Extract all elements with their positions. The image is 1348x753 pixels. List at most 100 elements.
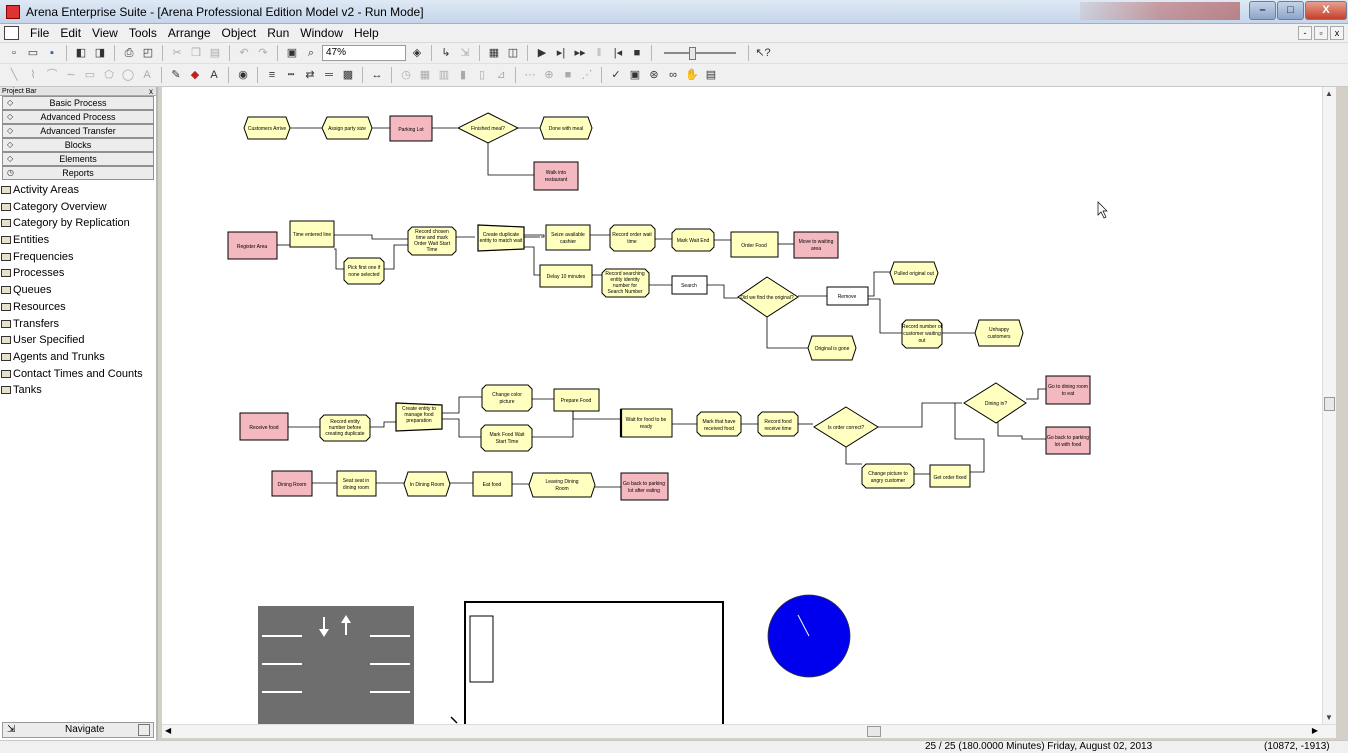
mdi-restore-button[interactable]: ▫ <box>1314 26 1328 40</box>
arrow-style-icon[interactable]: ⇄ <box>302 67 318 83</box>
copy-icon[interactable]: ❐ <box>188 45 204 61</box>
check-icon[interactable]: ✓ <box>608 67 624 83</box>
report-category-overview[interactable]: Category Overview <box>0 199 156 216</box>
panel-elements[interactable]: ◇ Elements <box>2 152 154 166</box>
print-preview-icon[interactable]: ◰ <box>140 45 156 61</box>
connect-icon[interactable]: ↳ <box>438 45 454 61</box>
step-icon[interactable]: ▸| <box>553 45 569 61</box>
attach-icon[interactable]: ◧ <box>73 45 89 61</box>
node-unhappy-customers[interactable]: Unhappy customers <box>974 319 1024 347</box>
menu-object[interactable]: Object <box>222 26 257 40</box>
go-icon[interactable]: ▶ <box>534 45 550 61</box>
box-icon[interactable]: ▭ <box>82 67 98 83</box>
cut-icon[interactable]: ✂ <box>169 45 185 61</box>
start-over-icon[interactable]: |◂ <box>610 45 626 61</box>
bookmark-icon[interactable] <box>138 724 150 736</box>
line-color-icon[interactable]: ✎ <box>168 67 184 83</box>
node-receive-food[interactable]: Receive food <box>239 412 289 441</box>
node-register-area[interactable]: Register Area <box>227 231 278 260</box>
report-queues[interactable]: Queues <box>0 282 156 299</box>
histogram-icon[interactable]: ▯ <box>474 67 490 83</box>
report-category-by-replication[interactable]: Category by Replication <box>0 215 156 232</box>
zoom-select[interactable]: 47% <box>322 45 406 61</box>
panel-advanced-transfer[interactable]: ◇ Advanced Transfer <box>2 124 154 138</box>
scroll-left-icon[interactable]: ◀ <box>165 726 171 735</box>
line-icon[interactable]: ╲ <box>6 67 22 83</box>
scroll-down-icon[interactable]: ▼ <box>1325 713 1333 722</box>
node-walk-into-restaurant[interactable]: Walk into restaurant <box>533 161 579 191</box>
node-create-duplicate[interactable]: Create duplicate entity to match wait <box>477 224 525 252</box>
node-pulled-original-out[interactable]: Pulled original out <box>889 261 939 285</box>
node-parking-lot[interactable]: Parking Lot <box>389 115 433 142</box>
view-region-icon[interactable]: ▣ <box>284 45 300 61</box>
panel-basic-process[interactable]: ◇ Basic Process <box>2 96 154 110</box>
transporter-icon[interactable]: ∞ <box>665 67 681 83</box>
node-go-back-parking-after-eating[interactable]: Go back to parking lot after eating <box>620 472 669 501</box>
variable-icon[interactable]: ▥ <box>436 67 452 83</box>
menu-help[interactable]: Help <box>354 26 379 40</box>
node-record-entity-number[interactable]: Record entity number before creating dup… <box>319 414 371 442</box>
node-get-order-fixed[interactable]: Get order fixed <box>929 464 971 488</box>
submodel-icon[interactable]: ◫ <box>505 45 521 61</box>
node-wait-for-food[interactable]: Wait for food to be ready <box>619 408 673 438</box>
line-pattern-icon[interactable]: ═ <box>321 67 337 83</box>
node-did-we-find-original[interactable]: Did we find the original? <box>737 276 799 318</box>
menu-view[interactable]: View <box>92 26 118 40</box>
node-time-entered-line[interactable]: Time entered line <box>289 220 335 248</box>
line-width-icon[interactable]: ≡ <box>264 67 280 83</box>
vertical-scrollbar[interactable]: ▲ ▼ <box>1322 87 1336 724</box>
seize-icon[interactable]: ■ <box>560 67 576 83</box>
node-done-with-meal[interactable]: Done with meal <box>539 116 593 140</box>
document-icon[interactable] <box>4 26 19 40</box>
menu-window[interactable]: Window <box>300 26 343 40</box>
report-user-specified[interactable]: User Specified <box>0 332 156 349</box>
node-go-back-parking-with-food[interactable]: Go back to parking lot with food <box>1045 426 1091 455</box>
report-processes[interactable]: Processes <box>0 265 156 282</box>
storage-icon[interactable]: ⊕ <box>541 67 557 83</box>
report-contact-times-and-counts[interactable]: Contact Times and Counts <box>0 366 156 383</box>
end-icon[interactable]: ■ <box>629 45 645 61</box>
model-canvas[interactable]: Customers Arrive Assign party size Parki… <box>162 87 1322 724</box>
redo-icon[interactable]: ↷ <box>255 45 271 61</box>
report-resources[interactable]: Resources <box>0 299 156 316</box>
polygon-icon[interactable]: ⬠ <box>101 67 117 83</box>
queue-icon[interactable]: ⋯ <box>522 67 538 83</box>
node-mark-wait-end[interactable]: Mark Wait End <box>671 228 715 252</box>
ellipse-icon[interactable]: ◯ <box>120 67 136 83</box>
close-button[interactable]: X <box>1305 1 1347 20</box>
template-icon[interactable]: ◨ <box>92 45 108 61</box>
menu-arrange[interactable]: Arrange <box>168 26 211 40</box>
node-finished-meal-decision[interactable]: Finished meal? <box>456 112 520 144</box>
node-record-number-waiting[interactable]: Record number of customer waiting out <box>901 319 943 349</box>
fast-forward-icon[interactable]: ▸▸ <box>572 45 588 61</box>
text-color-icon[interactable]: A <box>206 67 222 83</box>
vertical-scroll-thumb[interactable] <box>1324 397 1335 411</box>
scroll-right-icon[interactable]: ▶ <box>1312 726 1318 735</box>
menu-run[interactable]: Run <box>267 26 289 40</box>
node-change-to-angry-customer[interactable]: Change picture to angry customer <box>861 463 915 489</box>
new-icon[interactable]: ▫ <box>6 45 22 61</box>
fill-pattern-icon[interactable]: ▩ <box>340 67 356 83</box>
print-icon[interactable]: ⎙ <box>121 45 137 61</box>
background-color-icon[interactable]: ◉ <box>235 67 251 83</box>
node-create-food-entity[interactable]: Create entity to manage food preparation <box>395 402 443 432</box>
node-order-food[interactable]: Order Food <box>730 231 779 258</box>
date-icon[interactable]: ▦ <box>417 67 433 83</box>
smart-connect-icon[interactable]: ⇲ <box>457 45 473 61</box>
arena-app-icon[interactable] <box>6 5 20 19</box>
node-dining-in[interactable]: Dining in? <box>963 382 1027 424</box>
node-mark-received-food[interactable]: Mark that have received food <box>696 411 742 437</box>
animate-icon[interactable]: ▦ <box>486 45 502 61</box>
node-dining-room[interactable]: Dining Room <box>271 470 313 497</box>
project-bar-close-icon[interactable]: x <box>149 87 153 96</box>
menu-file[interactable]: File <box>30 26 49 40</box>
node-change-color-picture[interactable]: Change color picture <box>481 384 533 412</box>
report-activity-areas[interactable]: Activity Areas <box>0 182 156 199</box>
horizontal-scroll-thumb[interactable] <box>867 726 881 737</box>
open-icon[interactable]: ▭ <box>25 45 41 61</box>
node-seize-cashier[interactable]: Seize available cashier <box>545 224 591 251</box>
undo-icon[interactable]: ↶ <box>236 45 252 61</box>
resource-icon[interactable]: ⊛ <box>646 67 662 83</box>
node-remove[interactable]: Remove <box>826 286 869 306</box>
clock-icon[interactable]: ◷ <box>398 67 414 83</box>
